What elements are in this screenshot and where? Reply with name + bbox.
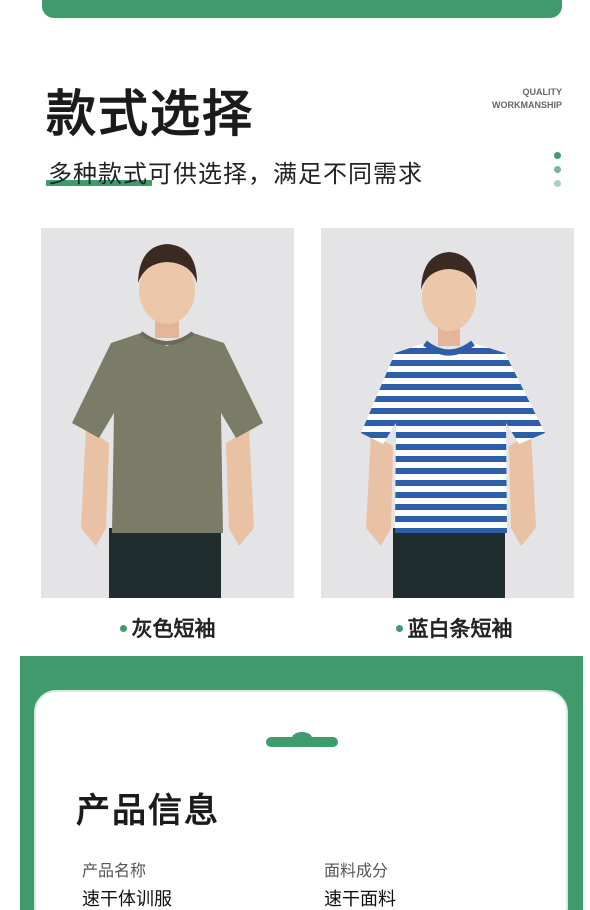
section-title: 款式选择 bbox=[46, 85, 254, 143]
subtitle-block: 多种款式可供选择，满足不同需求 bbox=[46, 158, 423, 190]
dot bbox=[554, 166, 561, 173]
style-label: 灰色短袖 bbox=[131, 617, 216, 641]
top-banner-pill bbox=[42, 0, 562, 18]
section-subtitle: 多种款式可供选择，满足不同需求 bbox=[48, 160, 423, 188]
product-photo-striped-tshirt[interactable] bbox=[321, 228, 574, 598]
quality-tag-line-1: QUALITY bbox=[522, 87, 563, 97]
style-label: 蓝白条短袖 bbox=[407, 617, 513, 641]
dot bbox=[554, 152, 561, 159]
style-caption-striped: 蓝白条短袖 bbox=[334, 614, 574, 644]
product-info-title: 产品信息 bbox=[76, 791, 220, 831]
quality-tag: QUALITY WORKMANSHIP bbox=[492, 86, 562, 112]
field-label-product-name: 产品名称 bbox=[82, 861, 147, 880]
bullet-dot bbox=[119, 624, 127, 632]
style-caption-grey: 灰色短袖 bbox=[41, 614, 294, 644]
product-photo-grey-tshirt[interactable] bbox=[41, 228, 294, 598]
dot bbox=[554, 180, 561, 187]
field-label-fabric: 面料成分 bbox=[324, 861, 389, 880]
decorative-dots bbox=[554, 152, 562, 194]
quality-tag-line-2: WORKMANSHIP bbox=[492, 100, 562, 110]
model-grey-tshirt-image bbox=[41, 228, 294, 598]
field-value-product-name: 速干体训服 bbox=[82, 889, 172, 910]
model-striped-tshirt-image bbox=[321, 228, 574, 598]
field-value-fabric: 速干面料 bbox=[324, 889, 396, 910]
bullet-dot bbox=[395, 624, 403, 632]
hanger-icon bbox=[266, 732, 338, 747]
